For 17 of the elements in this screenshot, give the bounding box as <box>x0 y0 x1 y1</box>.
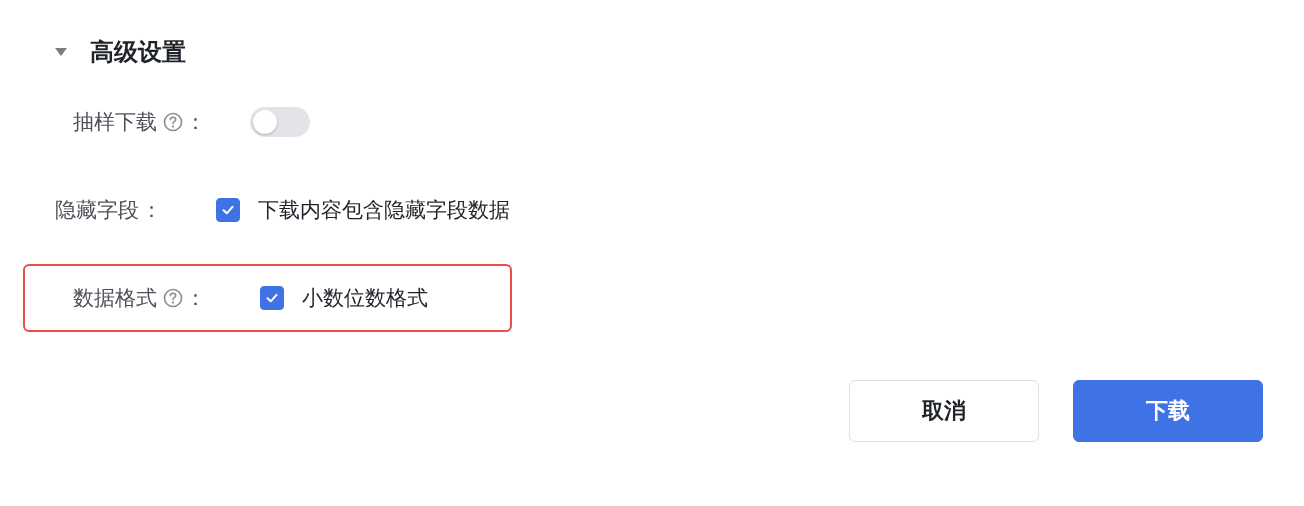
field-label: 隐藏字段 <box>55 197 139 224</box>
download-button[interactable]: 下载 <box>1073 380 1263 442</box>
caret-icon[interactable] <box>54 47 68 57</box>
checkbox-label: 下载内容包含隐藏字段数据 <box>258 197 510 224</box>
colon: ： <box>141 197 162 224</box>
toggle-switch[interactable] <box>250 107 310 137</box>
checkbox[interactable] <box>260 286 284 310</box>
help-icon[interactable] <box>163 288 183 308</box>
colon: ： <box>185 109 206 136</box>
help-icon[interactable] <box>163 112 183 132</box>
section-title: 高级设置 <box>90 37 186 68</box>
colon: ： <box>185 285 206 312</box>
cancel-button[interactable]: 取消 <box>849 380 1039 442</box>
field-label: 抽样下载 <box>73 109 157 136</box>
checkbox[interactable] <box>216 198 240 222</box>
checkbox-label: 小数位数格式 <box>302 285 428 312</box>
field-label: 数据格式 <box>73 285 157 312</box>
